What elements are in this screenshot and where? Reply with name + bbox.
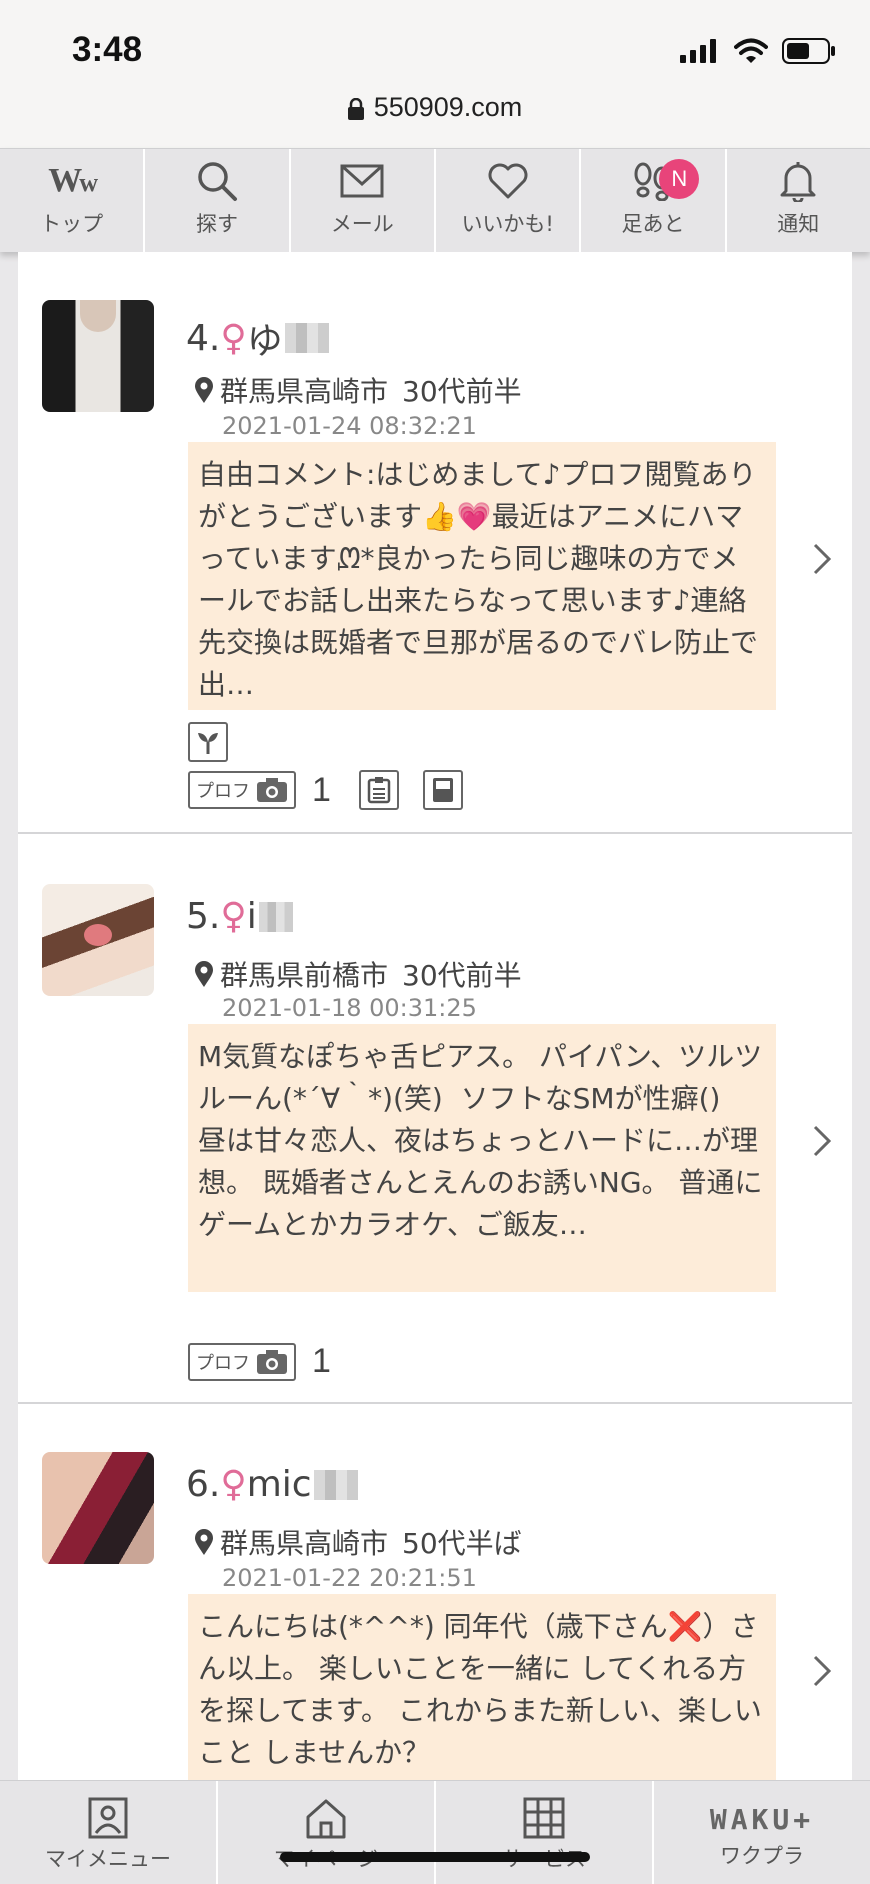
bottom-nav-my-page[interactable]: マイページ <box>218 1781 436 1884</box>
address-bar[interactable]: 550909.com <box>0 92 870 123</box>
waku-plus-logo: WAKU+ <box>709 1803 815 1836</box>
nav-label-like: いいかも! <box>461 212 554 236</box>
female-icon: ♀ <box>220 317 247 359</box>
chevron-right-icon[interactable] <box>812 1124 832 1158</box>
profile-comment: M気質なぽちゃ舌ピアス。 パイパン、ツルツルーん(*´∀｀*)(笑) ソフトなS… <box>188 1024 776 1292</box>
profile-name-text: i <box>246 896 257 937</box>
ww-logo-icon: Ww <box>48 162 98 199</box>
location-text: 群馬県高崎市 <box>220 1527 389 1560</box>
female-icon: ♀ <box>220 1464 247 1505</box>
document-icon[interactable] <box>358 770 399 810</box>
bottom-nav-my-menu[interactable]: マイメニュー <box>0 1781 218 1884</box>
location-pin-icon <box>195 377 213 403</box>
location-pin-icon <box>195 1529 213 1555</box>
person-icon <box>88 1797 128 1839</box>
status-time: 3:48 <box>72 30 143 69</box>
profile-date: 2021-01-24 08:32:21 <box>222 412 477 440</box>
nav-notifications[interactable]: 通知 <box>727 149 870 252</box>
nav-label-mail: メール <box>330 212 394 236</box>
url-text: 550909.com <box>373 92 523 122</box>
bottom-nav-label: ワクプラ <box>720 1844 804 1868</box>
age-text: 30代前半 <box>402 959 522 992</box>
location-text: 群馬県高崎市 <box>220 375 389 408</box>
footprints-new-badge: N <box>659 159 700 199</box>
blurred-name <box>313 1469 358 1500</box>
prof-label: プロフ <box>196 781 250 802</box>
avatar[interactable] <box>42 1452 154 1564</box>
bottom-nav-services[interactable]: サービス <box>436 1781 654 1884</box>
profile-number: 6. <box>186 1464 221 1505</box>
profile-location: 群馬県高崎市 30代前半 <box>194 370 522 410</box>
nav-footprints[interactable]: N 足あと <box>581 149 727 252</box>
nav-search[interactable]: 探す <box>145 149 291 252</box>
profile-card[interactable]: 6. ♀ mic 群馬県高崎市 50代半ば 2021-01-22 20:21:51 … <box>18 1404 852 1780</box>
status-bar: 3:48 550909.com <box>0 0 870 148</box>
photo-count: 1 <box>312 770 331 809</box>
profile-number: 4. <box>186 317 221 359</box>
location-text: 群馬県前橋市 <box>220 959 389 992</box>
mail-icon <box>340 158 384 204</box>
profile-card[interactable]: 5. ♀ i 群馬県前橋市 30代前半 2021-01-18 00:31:25 M気… <box>18 834 852 1404</box>
profile-comment: 自由コメント:はじめまして♪プロフ閲覧ありがとうございます👍💗最近はアニメにハマ… <box>188 442 776 710</box>
photo-count: 1 <box>312 1342 331 1380</box>
profile-badges-row: プロフ 1 <box>188 1342 331 1381</box>
profile-location: 群馬県高崎市 50代半ば <box>194 1522 522 1562</box>
chevron-right-icon[interactable] <box>812 1654 832 1688</box>
bottom-nav: マイメニュー マイページ サービス WAKU+ ワクプラ <box>0 1780 870 1884</box>
sprout-icon <box>188 722 228 762</box>
profile-card[interactable]: 4. ♀ ゆ 群馬県高崎市 30代前半 2021-01-24 08:32:21 自由… <box>18 252 852 834</box>
prof-photo-badge[interactable]: プロフ <box>188 771 296 809</box>
profile-location: 群馬県前橋市 30代前半 <box>194 954 522 994</box>
wifi-icon <box>734 38 768 63</box>
search-icon <box>196 158 238 204</box>
profile-date: 2021-01-22 20:21:51 <box>222 1564 477 1592</box>
bell-icon <box>780 158 816 204</box>
nav-label-search: 探す <box>195 212 238 236</box>
age-text: 50代半ば <box>402 1527 522 1560</box>
profile-number: 5. <box>186 896 221 937</box>
profile-name: 4. ♀ ゆ <box>186 312 329 364</box>
nav-mail[interactable]: メール <box>291 149 436 252</box>
nav-like[interactable]: いいかも! <box>436 149 582 252</box>
chevron-right-icon[interactable] <box>812 542 832 576</box>
nav-label-top: トップ <box>40 212 104 236</box>
home-indicator <box>280 1852 590 1862</box>
home-icon <box>306 1799 346 1839</box>
blurred-name <box>284 323 329 353</box>
profile-icons-row <box>188 722 228 762</box>
location-pin-icon <box>195 961 213 987</box>
prof-label: プロフ <box>196 1352 250 1374</box>
grid-icon <box>523 1797 565 1839</box>
heart-icon <box>487 158 529 204</box>
status-icons <box>680 38 836 64</box>
top-nav: Ww トップ 探す メール いいかも! N 足あと 通知 <box>0 148 870 252</box>
profile-date: 2021-01-18 00:31:25 <box>222 994 477 1022</box>
avatar[interactable] <box>42 884 154 996</box>
battery-icon <box>782 38 835 64</box>
camera-icon <box>257 1349 287 1374</box>
blurred-name <box>258 901 293 932</box>
female-icon: ♀ <box>220 896 247 937</box>
camera-icon <box>257 778 287 802</box>
age-text: 30代前半 <box>402 375 522 408</box>
nav-label-footprints: 足あと <box>621 212 685 236</box>
profile-name-text: mic <box>246 1464 312 1505</box>
profile-list: 4. ♀ ゆ 群馬県高崎市 30代前半 2021-01-24 08:32:21 自由… <box>18 252 852 1780</box>
avatar[interactable] <box>42 300 154 412</box>
nav-top[interactable]: Ww トップ <box>0 149 146 252</box>
bottom-nav-label: マイメニュー <box>45 1847 171 1871</box>
profile-name: 6. ♀ mic <box>186 1464 358 1505</box>
bottom-nav-wakupura[interactable]: WAKU+ ワクプラ <box>654 1781 870 1884</box>
profile-comment: こんにちは(*^^*) 同年代（歳下さん❌）さん以上。 楽しいことを一緒に して… <box>188 1594 776 1780</box>
profile-name-text: ゆ <box>246 321 283 362</box>
cellular-signal-icon <box>680 39 716 63</box>
profile-name: 5. ♀ i <box>186 896 293 937</box>
prof-photo-badge[interactable]: プロフ <box>188 1342 296 1381</box>
profile-badges-row: プロフ 1 <box>188 770 463 810</box>
book-icon[interactable] <box>422 770 463 810</box>
lock-icon <box>347 97 364 120</box>
nav-label-notifications: 通知 <box>777 212 820 236</box>
